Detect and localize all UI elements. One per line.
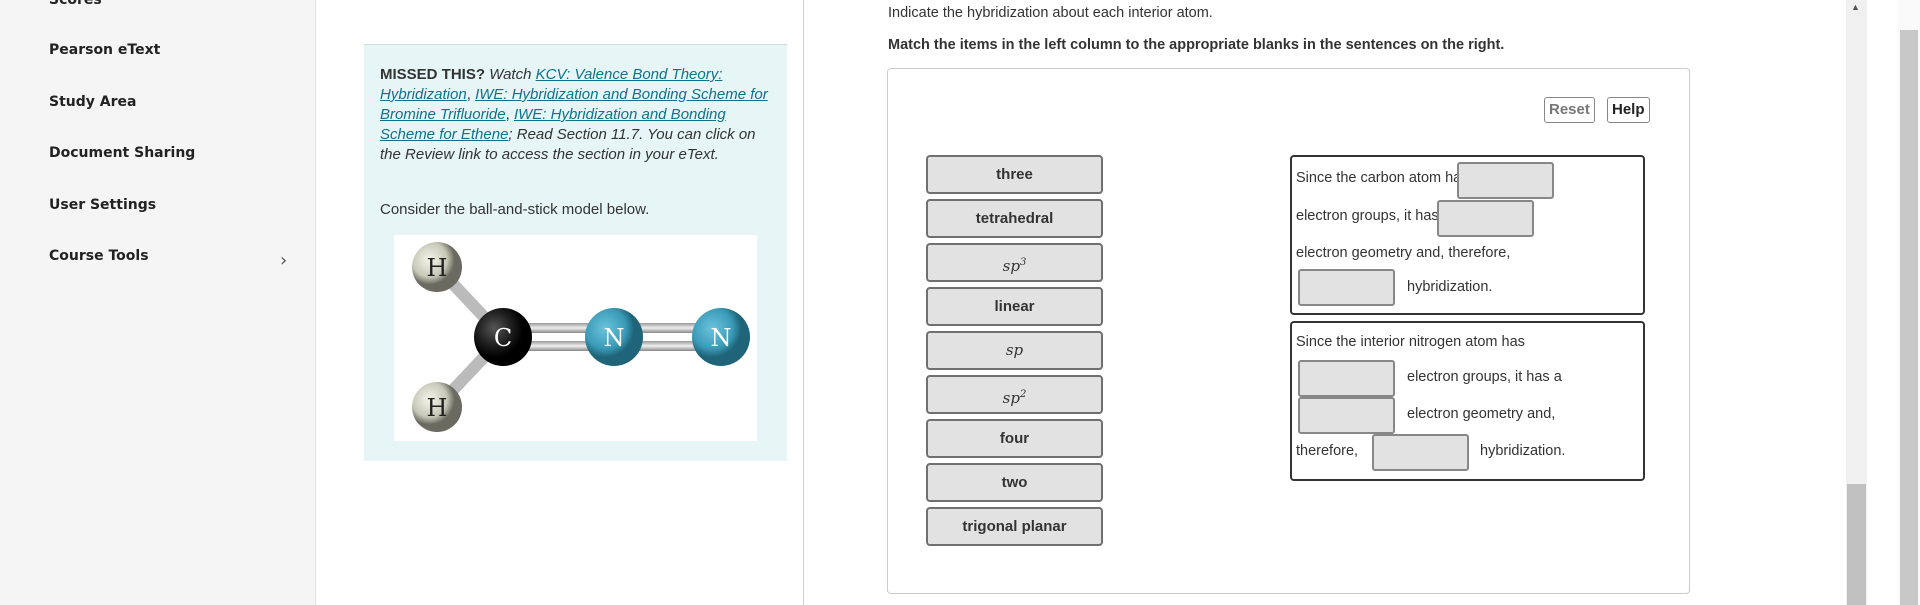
chevron-right-icon[interactable]: ›: [280, 250, 287, 271]
match-instruction: Match the items in the left column to th…: [888, 37, 1505, 53]
sidebar-item-user-settings[interactable]: User Settings: [49, 197, 156, 213]
drag-item-sp[interactable]: sp: [926, 331, 1103, 370]
blank-carbon-hybridization[interactable]: [1298, 269, 1395, 306]
help-button[interactable]: Help: [1607, 97, 1650, 123]
page-scrollbar[interactable]: [1898, 0, 1920, 605]
instruction-text: Indicate the hybridization about each in…: [888, 5, 1213, 21]
drag-item-four[interactable]: four: [926, 419, 1103, 458]
missed-text: MISSED THIS? Watch KCV: Valence Bond The…: [380, 66, 768, 163]
sentence-nitrogen: Since the interior nitrogen atom has ele…: [1290, 321, 1645, 481]
drag-item-linear[interactable]: linear: [926, 287, 1103, 326]
atom-label: H: [427, 254, 448, 282]
item-text: sp: [1002, 257, 1020, 275]
sentence-text: electron geometry and, therefore,: [1296, 245, 1511, 261]
atom-label: N: [711, 324, 732, 352]
sidebar-item-scores[interactable]: Scores: [49, 0, 102, 8]
missed-lead: MISSED THIS?: [380, 66, 486, 83]
item-sup: 2: [1019, 389, 1027, 400]
watch-text: Watch: [489, 66, 532, 83]
consider-text: Consider the ball-and-stick model below.: [380, 201, 650, 218]
sentence-text: hybridization.: [1407, 279, 1493, 295]
sentence-text: electron groups, it has a: [1407, 369, 1562, 385]
drag-item-sp2[interactable]: sp2: [926, 375, 1103, 414]
divider: [803, 0, 804, 605]
scroll-up-arrow-icon[interactable]: ▲: [1851, 2, 1860, 12]
drag-item-sp3[interactable]: sp3: [926, 243, 1103, 282]
item-text: sp: [1002, 389, 1020, 407]
ball-and-stick-model: H H C N N: [394, 235, 757, 441]
sentence-text: Since the carbon atom has: [1296, 170, 1469, 186]
sentence-text: hybridization.: [1480, 443, 1566, 459]
blank-carbon-geometry[interactable]: [1437, 200, 1534, 237]
sidebar-item-course-tools[interactable]: Course Tools: [49, 248, 149, 264]
sentence-carbon: Since the carbon atom has electron group…: [1290, 155, 1645, 315]
drag-item-three[interactable]: three: [926, 155, 1103, 194]
sidebar-item-study-area[interactable]: Study Area: [49, 94, 136, 110]
scrollbar-thumb[interactable]: [1847, 484, 1866, 605]
sentence-text: electron geometry and,: [1407, 406, 1556, 422]
sidebar-item-document-sharing[interactable]: Document Sharing: [49, 145, 195, 161]
reset-button[interactable]: Reset: [1544, 97, 1595, 123]
drag-item-trigonal-planar[interactable]: trigonal planar: [926, 507, 1103, 546]
missed-this-box: MISSED THIS? Watch KCV: Valence Bond The…: [364, 44, 787, 461]
scrollbar-thumb[interactable]: [1900, 30, 1918, 605]
item-sup: 3: [1019, 257, 1027, 268]
atom-label: C: [494, 324, 512, 352]
sentence-text: electron groups, it has a: [1296, 208, 1451, 224]
sidebar: Scores Pearson eText Study Area Document…: [0, 0, 316, 605]
atom-label: H: [427, 394, 448, 422]
blank-carbon-groups[interactable]: [1457, 162, 1554, 199]
atom-label: N: [604, 324, 625, 352]
drag-item-two[interactable]: two: [926, 463, 1103, 502]
matching-panel: Reset Help three tetrahedral sp3 linear …: [887, 68, 1690, 594]
blank-nitrogen-hybridization[interactable]: [1372, 434, 1469, 471]
sidebar-item-pearson-etext[interactable]: Pearson eText: [49, 42, 160, 58]
inner-scrollbar[interactable]: ▲: [1846, 0, 1867, 605]
drag-item-tetrahedral[interactable]: tetrahedral: [926, 199, 1103, 238]
sentence-text: therefore,: [1296, 443, 1359, 459]
sentence-text: Since the interior nitrogen atom has: [1296, 334, 1525, 350]
blank-nitrogen-groups[interactable]: [1298, 360, 1395, 397]
blank-nitrogen-geometry[interactable]: [1298, 397, 1395, 434]
